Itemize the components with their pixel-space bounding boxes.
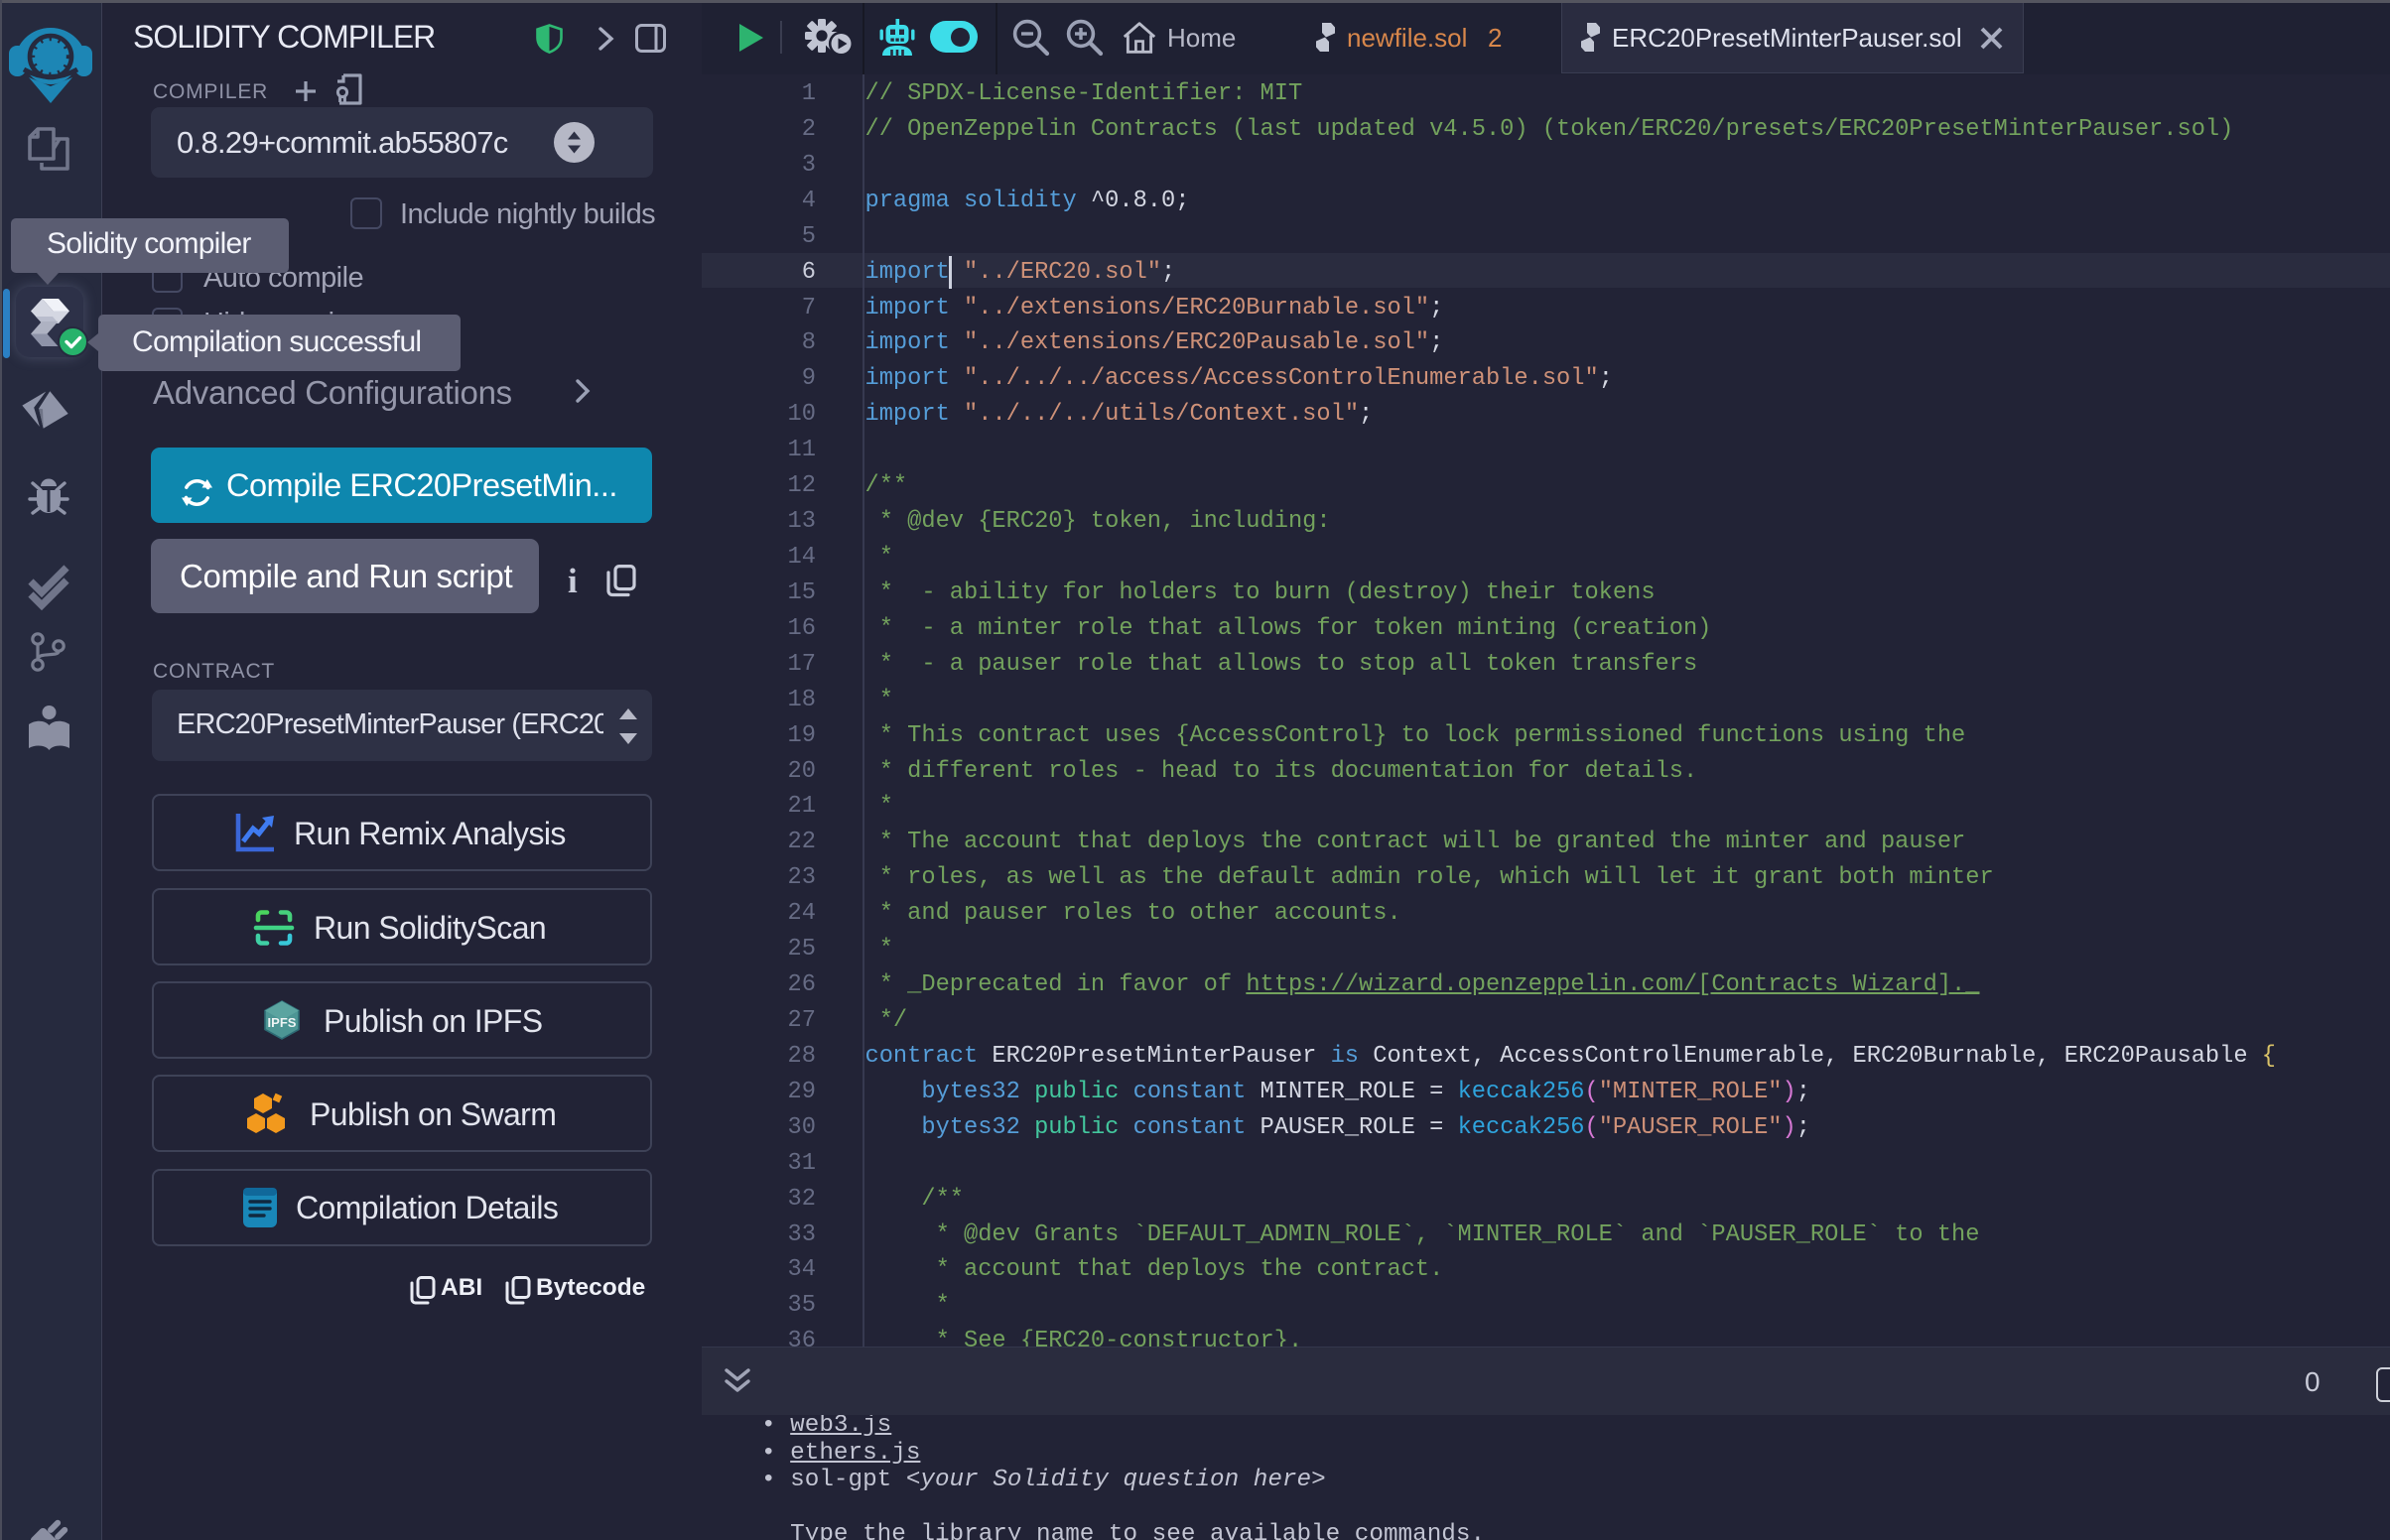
svg-text:IPFS: IPFS — [268, 1015, 297, 1030]
